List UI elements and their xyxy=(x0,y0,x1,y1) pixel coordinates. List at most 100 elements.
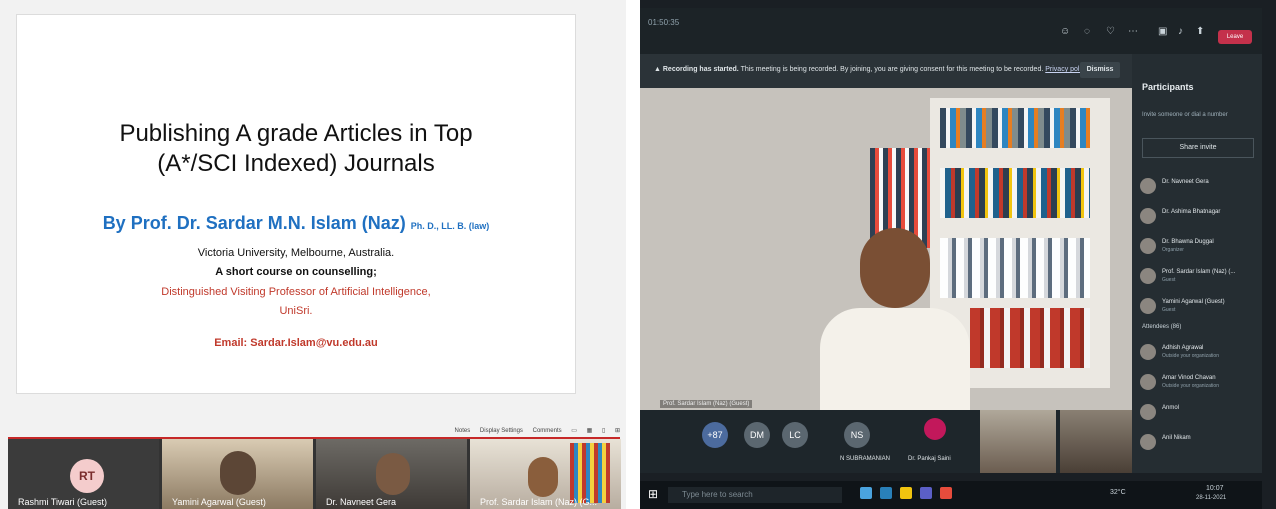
slide-title: Publishing A grade Articles in Top (A*/S… xyxy=(17,119,575,179)
participant-tile[interactable]: Prof. Sardar Islam (Naz) (G... xyxy=(470,439,621,509)
author-degrees: Ph. D., LL. B. (law) xyxy=(410,221,490,231)
display-settings-button[interactable]: Display Settings xyxy=(480,428,523,434)
panel-title: Participants xyxy=(1142,82,1194,92)
windows-taskbar: ⊞ Type here to search 32°C 10:07 28-11-2… xyxy=(640,481,1262,509)
video-thumbnail[interactable] xyxy=(1060,410,1132,473)
participant-row[interactable]: Yamini Agarwal (Guest) Guest xyxy=(1140,296,1256,320)
participant-tile[interactable]: RT Rashmi Tiwari (Guest) xyxy=(8,439,159,509)
binders xyxy=(970,308,1090,368)
slideshow-icon[interactable]: ⊞ xyxy=(615,428,620,434)
warning-icon: ▲ xyxy=(654,66,663,73)
camera-icon[interactable]: ▣ xyxy=(1158,26,1167,37)
bottom-participant-row: +87 DM LC NS N SUBRAMANIAN Dr. Pankaj Sa… xyxy=(640,410,1132,473)
participant-name: Anmol xyxy=(1162,405,1180,411)
participant-name: Dr. Bhawna Duggal xyxy=(1162,239,1214,245)
windows-start-icon[interactable]: ⊞ xyxy=(648,487,658,501)
notes-button[interactable]: Notes xyxy=(455,428,471,434)
avatar xyxy=(1140,208,1156,224)
app-icon[interactable] xyxy=(940,487,952,499)
comments-button[interactable]: Comments xyxy=(533,428,562,434)
presentation-slide: Publishing A grade Articles in Top (A*/S… xyxy=(16,14,576,394)
participant-name: Dr. Pankaj Saini xyxy=(908,456,951,462)
avatar[interactable]: DM xyxy=(744,422,770,448)
invite-input[interactable]: Invite someone or dial a number xyxy=(1142,112,1252,118)
clock-date: 28-11-2021 xyxy=(1196,495,1227,501)
avatar xyxy=(1140,238,1156,254)
slide-title-line1: Publishing A grade Articles in Top xyxy=(119,120,473,147)
weather-temp: 32°C xyxy=(1110,489,1126,496)
recording-banner: ▲ Recording has started. This meeting is… xyxy=(640,54,1132,88)
chat-icon[interactable]: ◌ xyxy=(1084,26,1090,37)
avatar xyxy=(1140,404,1156,420)
video-thumbnail[interactable] xyxy=(980,410,1056,473)
share-icon[interactable]: ⬆ xyxy=(1196,26,1204,37)
participant-role: Organizer xyxy=(1162,247,1184,253)
meeting-timer: 01:50:35 xyxy=(648,18,680,27)
teams-window: 01:50:35 ☺ ◌ ♡ ⋯ ▣ ♪ ⬆ Leave ▲ Recording… xyxy=(640,8,1262,509)
participant-name: Anil Nikam xyxy=(1162,435,1191,441)
books xyxy=(940,168,1090,218)
participant-row[interactable]: Prof. Sardar Islam (Naz) (... Guest xyxy=(1140,266,1256,290)
share-invite-button[interactable]: Share invite xyxy=(1142,138,1254,158)
participant-strip: RT Rashmi Tiwari (Guest) Yamini Agarwal … xyxy=(8,439,621,509)
participant-row[interactable]: Dr. Bhawna Duggal Organizer xyxy=(1140,236,1256,260)
participant-row[interactable]: Amar Vinod Chavan Outside your organizati… xyxy=(1140,372,1256,396)
participant-row[interactable]: Anmol xyxy=(1140,402,1256,426)
participant-name: Prof. Sardar Islam (Naz) (... xyxy=(1162,269,1236,275)
participant-row[interactable]: Dr. Ashima Bhatnagar xyxy=(1140,206,1256,230)
mic-icon[interactable]: ♪ xyxy=(1178,26,1183,37)
more-participants-badge[interactable]: +87 xyxy=(702,422,728,448)
clock-time: 10:07 xyxy=(1206,485,1224,492)
reading-view-icon[interactable]: ▯ xyxy=(602,428,605,434)
more-icon[interactable]: ⋯ xyxy=(1128,26,1138,37)
slide-window: Publishing A grade Articles in Top (A*/S… xyxy=(0,0,626,509)
view-toolbar: Notes Display Settings Comments ▭ ▦ ▯ ⊞ xyxy=(8,427,620,437)
avatar xyxy=(1140,374,1156,390)
participant-name: Adhish Agrawal xyxy=(1162,345,1204,351)
video-label: Prof. Sardar Islam (Naz) (Guest) xyxy=(660,400,753,408)
avatar[interactable] xyxy=(924,418,946,440)
participant-row[interactable]: Dr. Navneet Gera xyxy=(1140,176,1256,200)
participant-tile[interactable]: Yamini Agarwal (Guest) xyxy=(162,439,313,509)
video-thumbnail xyxy=(220,451,256,495)
avatar xyxy=(1140,298,1156,314)
recording-text: This meeting is being recorded. By joini… xyxy=(740,66,1044,73)
meeting-photo: 01:50:35 ☺ ◌ ♡ ⋯ ▣ ♪ ⬆ Leave ▲ Recording… xyxy=(640,0,1276,509)
slide-sorter-icon[interactable]: ▦ xyxy=(587,428,593,434)
course-line: A short course on counselling; xyxy=(215,266,377,278)
author-name: By Prof. Dr. Sardar M.N. Islam (Naz) xyxy=(102,213,406,233)
main-video: Prof. Sardar Islam (Naz) (Guest) xyxy=(640,88,1132,410)
taskbar-search[interactable]: Type here to search xyxy=(668,487,842,503)
participant-org: Outside your organization xyxy=(1162,383,1219,389)
participant-name: N SUBRAMANIAN xyxy=(840,456,891,462)
participants-icon[interactable]: ☺ xyxy=(1060,26,1070,37)
affiliation: Victoria University, Melbourne, Australi… xyxy=(197,247,395,259)
participant-tile[interactable]: Dr. Navneet Gera xyxy=(316,439,467,509)
task-view-icon[interactable] xyxy=(860,487,872,499)
participant-row[interactable]: Adhish Agrawal Outside your organization xyxy=(1140,342,1256,366)
dismiss-button[interactable]: Dismiss xyxy=(1080,62,1120,78)
avatar[interactable]: NS xyxy=(844,422,870,448)
avatar: RT xyxy=(70,459,104,493)
normal-view-icon[interactable]: ▭ xyxy=(571,428,577,434)
participant-name: Yamini Agarwal (Guest) xyxy=(172,497,266,507)
participants-panel: Participants Invite someone or dial a nu… xyxy=(1132,54,1262,473)
recording-message: ▲ Recording has started. This meeting is… xyxy=(654,66,1088,73)
avatar[interactable]: LC xyxy=(782,422,808,448)
books xyxy=(940,238,1090,298)
leave-button[interactable]: Leave xyxy=(1218,30,1252,44)
avatar xyxy=(1140,344,1156,360)
speaker-jacket xyxy=(820,308,970,410)
role-line2: UniSri. xyxy=(279,305,313,317)
reactions-icon[interactable]: ♡ xyxy=(1106,26,1115,37)
participant-name: Dr. Navneet Gera xyxy=(1162,179,1209,185)
participant-org: Outside your organization xyxy=(1162,353,1219,359)
teams-icon[interactable] xyxy=(920,487,932,499)
slide-author: By Prof. Dr. Sardar M.N. Islam (Naz) Ph.… xyxy=(17,213,575,234)
attendees-header[interactable]: Attendees (86) xyxy=(1142,324,1181,330)
edge-icon[interactable] xyxy=(880,487,892,499)
video-thumbnail xyxy=(528,457,558,497)
avatar xyxy=(1140,268,1156,284)
file-explorer-icon[interactable] xyxy=(900,487,912,499)
participant-row[interactable]: Anil Nikam xyxy=(1140,432,1256,456)
